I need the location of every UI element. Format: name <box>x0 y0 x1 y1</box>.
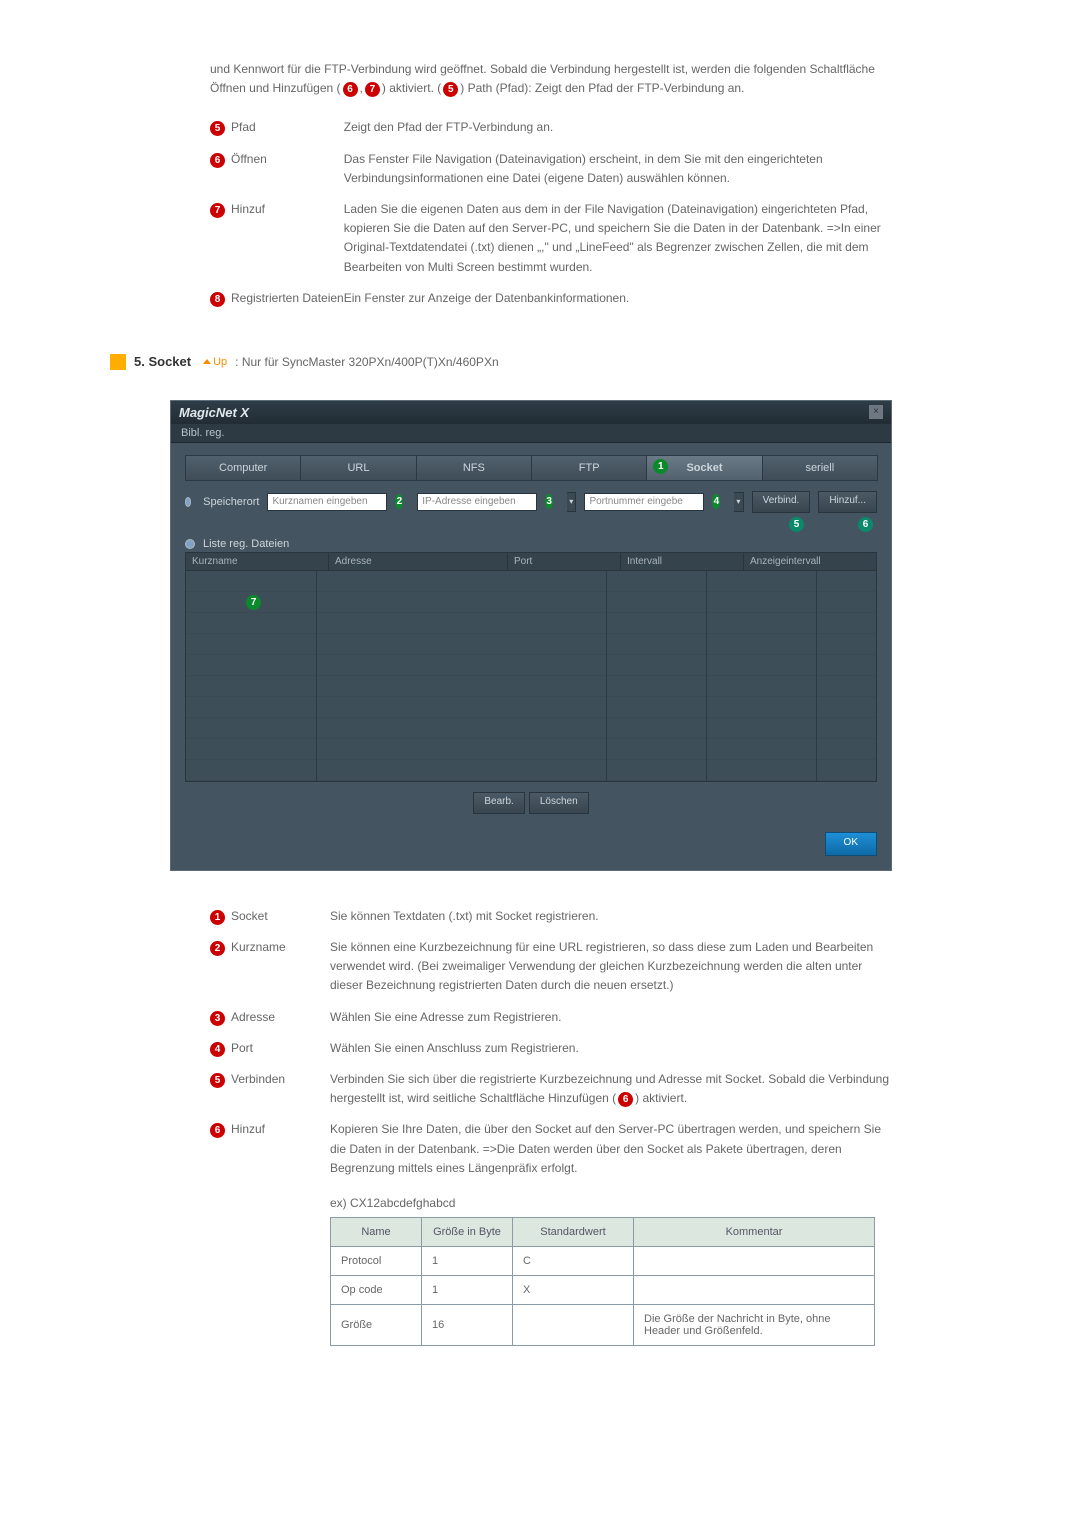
kurzname-input[interactable]: Kurznamen eingeben <box>267 493 387 511</box>
badge-6-app: 6 <box>858 517 873 532</box>
intro-line3: ) Path (Pfad): Zeigt den Pfad der FTP-Ve… <box>460 81 744 95</box>
section-title: 5. Socket <box>134 354 191 369</box>
col-intervall[interactable]: Intervall <box>621 553 744 570</box>
desc-hinzuf: Laden Sie die eigenen Daten aus dem in d… <box>344 194 890 283</box>
col-kurzname[interactable]: Kurzname <box>186 553 329 570</box>
badge-5-inline: 5 <box>443 82 458 97</box>
badge-5: 5 <box>210 121 225 136</box>
term-hinzuf: Hinzuf <box>231 202 265 216</box>
desc-pfad: Zeigt den Pfad der FTP-Verbindung an. <box>344 112 890 143</box>
ph-size: Größe in Byte <box>422 1218 513 1247</box>
sdesc-hinzuf: Kopieren Sie Ihre Daten, die über den So… <box>330 1114 890 1184</box>
magicnet-window: MagicNet X × Bibl. reg. Computer URL NFS… <box>170 400 892 871</box>
verbind-button[interactable]: Verbind. <box>752 491 811 513</box>
sterm-hinzuf: Hinzuf <box>231 1122 265 1136</box>
protocol-table: Name Größe in Byte Standardwert Kommenta… <box>330 1217 875 1346</box>
hinzuf-button[interactable]: Hinzuf... <box>818 491 877 513</box>
badge-8: 8 <box>210 292 225 307</box>
sterm-verbinden: Verbinden <box>231 1072 285 1086</box>
label-liste: Liste reg. Dateien <box>203 538 289 550</box>
sterm-adresse: Adresse <box>231 1010 275 1024</box>
tab-seriell[interactable]: seriell <box>762 455 878 481</box>
badge-5-app: 5 <box>789 517 804 532</box>
radio-liste[interactable] <box>185 539 195 549</box>
sbadge-3: 3 <box>210 1011 225 1026</box>
tab-nfs[interactable]: NFS <box>416 455 532 481</box>
tab-socket[interactable]: 1Socket <box>646 455 762 481</box>
sdesc-socket: Sie können Textdaten (.txt) mit Socket r… <box>330 901 890 932</box>
proto-row-2: Größe16Die Größe der Nachricht in Byte, … <box>331 1305 875 1346</box>
sbadge-2: 2 <box>210 941 225 956</box>
bearb-button[interactable]: Bearb. <box>473 792 524 814</box>
connect-icon <box>110 354 126 370</box>
app-logo: MagicNet X <box>179 405 249 420</box>
loeschen-button[interactable]: Löschen <box>529 792 589 814</box>
sbadge-6-inline: 6 <box>618 1092 633 1107</box>
term-reg: Registrierten Dateien <box>231 291 344 305</box>
ip-dropdown[interactable]: ▾ <box>567 492 576 512</box>
ip-input[interactable]: IP-Adresse eingeben <box>417 493 537 511</box>
close-icon[interactable]: × <box>869 405 883 419</box>
sterm-socket: Socket <box>231 909 268 923</box>
badge-6: 6 <box>210 153 225 168</box>
tab-url[interactable]: URL <box>300 455 416 481</box>
badge-6-inline: 6 <box>343 82 358 97</box>
badge-tab-1: 1 <box>653 459 668 474</box>
term-pfad: Pfad <box>231 120 256 134</box>
example-label: ex) CX12abcdefghabcd <box>330 1194 890 1213</box>
sbadge-5: 5 <box>210 1073 225 1088</box>
label-speicherort: Speicherort <box>203 496 259 508</box>
file-grid: Kurzname Adresse Port Intervall Anzeigei… <box>185 552 877 782</box>
port-input[interactable]: Portnummer eingebe <box>584 493 704 511</box>
app-subtitle: Bibl. reg. <box>171 424 891 443</box>
badge-2: 2 <box>395 494 403 509</box>
ph-std: Standardwert <box>513 1218 634 1247</box>
sdesc-port: Wählen Sie einen Anschluss zum Registrie… <box>330 1033 890 1064</box>
port-dropdown[interactable]: ▾ <box>734 492 743 512</box>
sdesc-verbinden: Verbinden Sie sich über die registrierte… <box>330 1064 890 1114</box>
ok-button[interactable]: OK <box>825 832 877 856</box>
radio-speicherort[interactable] <box>185 497 191 507</box>
badge-3: 3 <box>545 494 553 509</box>
badge-7-app: 7 <box>246 595 261 610</box>
sbadge-1: 1 <box>210 910 225 925</box>
chevron-up-icon <box>203 359 211 364</box>
sdesc-adresse: Wählen Sie eine Adresse zum Registrieren… <box>330 1002 890 1033</box>
col-adresse[interactable]: Adresse <box>329 553 508 570</box>
ph-kom: Kommentar <box>634 1218 875 1247</box>
desc-oeffnen: Das Fenster File Navigation (Dateinaviga… <box>344 144 890 194</box>
tab-bar: Computer URL NFS FTP 1Socket seriell <box>185 455 877 481</box>
desc-reg: Ein Fenster zur Anzeige der Datenbankinf… <box>344 283 890 314</box>
proto-row-0: Protocol1C <box>331 1247 875 1276</box>
badge-7-inline: 7 <box>365 82 380 97</box>
col-port[interactable]: Port <box>508 553 621 570</box>
sdesc-kurz: Sie können eine Kurzbezeichnung für eine… <box>330 932 890 1002</box>
ftp-definitions: 5 Pfad Zeigt den Pfad der FTP-Verbindung a… <box>210 112 890 314</box>
badge-7: 7 <box>210 203 225 218</box>
proto-row-1: Op code1X <box>331 1276 875 1305</box>
ph-name: Name <box>331 1218 422 1247</box>
sbadge-4: 4 <box>210 1042 225 1057</box>
col-anzeige[interactable]: Anzeigeintervall <box>744 553 876 570</box>
socket-definitions: 1 Socket Sie können Textdaten (.txt) mit S… <box>210 901 890 1184</box>
up-link[interactable]: Up <box>203 356 227 368</box>
intro-line2: ) aktiviert. ( <box>382 81 441 95</box>
sterm-kurz: Kurzname <box>231 940 286 954</box>
term-oeffnen: Öffnen <box>231 152 267 166</box>
tab-computer[interactable]: Computer <box>185 455 301 481</box>
badge-4: 4 <box>712 494 720 509</box>
grid-body[interactable]: 7 <box>186 571 876 781</box>
sterm-port: Port <box>231 1041 253 1055</box>
section-note: : Nur für SyncMaster 320PXn/400P(T)Xn/46… <box>235 355 498 369</box>
tab-ftp[interactable]: FTP <box>531 455 647 481</box>
sbadge-6: 6 <box>210 1123 225 1138</box>
